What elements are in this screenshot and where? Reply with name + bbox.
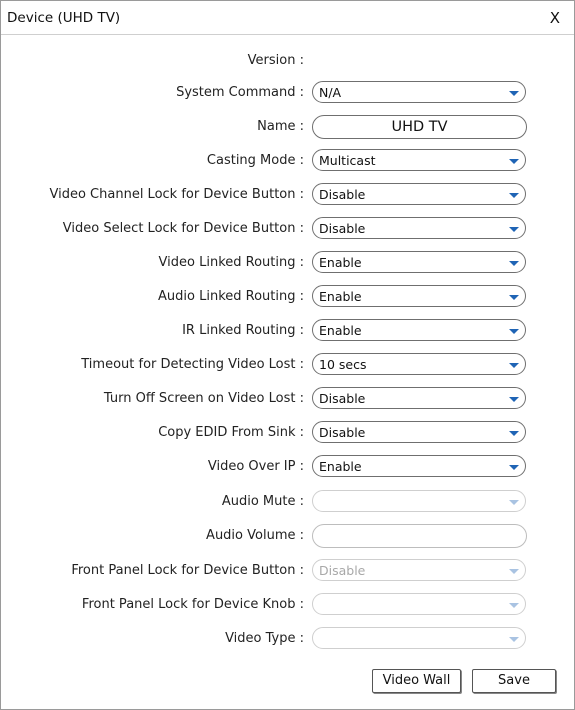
turn-off-screen-label: Turn Off Screen on Video Lost : (103, 391, 304, 406)
row-casting-mode: Casting Mode : Multicast (1, 149, 575, 175)
copy-edid-label: Copy EDID From Sink : (158, 425, 304, 440)
video-channel-lock-select[interactable]: Disable (312, 183, 526, 205)
video-channel-lock-label: Video Channel Lock for Device Button : (49, 187, 305, 202)
row-audio-volume: Audio Volume : (1, 524, 575, 550)
front-panel-lock-knob-select[interactable] (312, 593, 526, 615)
row-system-command: System Command : N/A (1, 81, 575, 107)
chevron-down-icon (509, 431, 519, 436)
chevron-down-icon (509, 363, 519, 368)
close-button[interactable]: X (546, 9, 564, 27)
row-copy-edid: Copy EDID From Sink : Disable (1, 421, 575, 447)
video-select-lock-label: Video Select Lock for Device Button : (62, 221, 304, 236)
video-over-ip-value: Enable (319, 459, 362, 474)
system-command-select[interactable]: N/A (312, 81, 526, 103)
ir-linked-routing-label: IR Linked Routing : (182, 323, 304, 338)
ir-linked-routing-select[interactable]: Enable (312, 319, 526, 341)
chevron-down-icon (509, 637, 519, 642)
audio-linked-routing-select[interactable]: Enable (312, 285, 526, 307)
chevron-down-icon (509, 569, 519, 574)
audio-volume-label: Audio Volume : (206, 528, 304, 543)
video-linked-routing-value: Enable (319, 255, 362, 270)
row-video-over-ip: Video Over IP : Enable (1, 455, 575, 481)
video-wall-button[interactable]: Video Wall (372, 669, 461, 693)
copy-edid-select[interactable]: Disable (312, 421, 526, 443)
front-panel-lock-button-label: Front Panel Lock for Device Button : (71, 563, 304, 578)
row-video-select-lock: Video Select Lock for Device Button : Di… (1, 217, 575, 243)
row-timeout-video-lost: Timeout for Detecting Video Lost : 10 se… (1, 353, 575, 379)
row-video-linked-routing: Video Linked Routing : Enable (1, 251, 575, 277)
video-over-ip-select[interactable]: Enable (312, 455, 526, 477)
chevron-down-icon (509, 193, 519, 198)
dialog-title: Device (UHD TV) (7, 9, 121, 26)
version-label: Version : (247, 53, 304, 68)
row-ir-linked-routing: IR Linked Routing : Enable (1, 319, 575, 345)
row-version: Version : (1, 49, 575, 75)
timeout-video-lost-select[interactable]: 10 secs (312, 353, 526, 375)
save-button[interactable]: Save (472, 669, 556, 693)
row-video-type: Video Type : (1, 627, 575, 653)
row-front-panel-lock-button: Front Panel Lock for Device Button : Dis… (1, 559, 575, 585)
chevron-down-icon (509, 91, 519, 96)
video-type-label: Video Type : (225, 631, 304, 646)
device-dialog: Device (UHD TV) X Version : System Comma… (0, 0, 575, 710)
audio-mute-select[interactable] (312, 490, 526, 512)
video-linked-routing-label: Video Linked Routing : (158, 255, 304, 270)
title-bar: Device (UHD TV) X (1, 1, 574, 35)
chevron-down-icon (509, 603, 519, 608)
front-panel-lock-button-value: Disable (319, 563, 366, 578)
video-select-lock-select[interactable]: Disable (312, 217, 526, 239)
chevron-down-icon (509, 159, 519, 164)
row-name: Name : UHD TV (1, 115, 575, 141)
chevron-down-icon (509, 295, 519, 300)
system-command-value: N/A (319, 85, 342, 100)
audio-linked-routing-value: Enable (319, 289, 362, 304)
timeout-video-lost-label: Timeout for Detecting Video Lost : (81, 357, 304, 372)
audio-linked-routing-label: Audio Linked Routing : (158, 289, 304, 304)
system-command-label: System Command : (176, 85, 304, 100)
casting-mode-select[interactable]: Multicast (312, 149, 526, 171)
front-panel-lock-button-select[interactable]: Disable (312, 559, 526, 581)
name-input[interactable]: UHD TV (312, 115, 527, 139)
name-value: UHD TV (391, 119, 448, 135)
row-video-channel-lock: Video Channel Lock for Device Button : D… (1, 183, 575, 209)
turn-off-screen-value: Disable (319, 391, 366, 406)
video-linked-routing-select[interactable]: Enable (312, 251, 526, 273)
casting-mode-value: Multicast (319, 153, 376, 168)
video-select-lock-value: Disable (319, 221, 366, 236)
copy-edid-value: Disable (319, 425, 366, 440)
chevron-down-icon (509, 227, 519, 232)
chevron-down-icon (509, 465, 519, 470)
row-front-panel-lock-knob: Front Panel Lock for Device Knob : (1, 593, 575, 619)
row-audio-mute: Audio Mute : (1, 490, 575, 516)
chevron-down-icon (509, 500, 519, 505)
video-over-ip-label: Video Over IP : (207, 459, 304, 474)
chevron-down-icon (509, 397, 519, 402)
turn-off-screen-select[interactable]: Disable (312, 387, 526, 409)
audio-volume-input[interactable] (312, 524, 527, 548)
chevron-down-icon (509, 329, 519, 334)
audio-mute-label: Audio Mute : (221, 494, 304, 509)
ir-linked-routing-value: Enable (319, 323, 362, 338)
video-type-select[interactable] (312, 627, 526, 649)
front-panel-lock-knob-label: Front Panel Lock for Device Knob : (81, 597, 304, 612)
video-channel-lock-value: Disable (319, 187, 366, 202)
timeout-video-lost-value: 10 secs (319, 357, 367, 372)
chevron-down-icon (509, 261, 519, 266)
row-turn-off-screen: Turn Off Screen on Video Lost : Disable (1, 387, 575, 413)
name-label: Name : (257, 119, 304, 134)
row-audio-linked-routing: Audio Linked Routing : Enable (1, 285, 575, 311)
casting-mode-label: Casting Mode : (206, 153, 304, 168)
